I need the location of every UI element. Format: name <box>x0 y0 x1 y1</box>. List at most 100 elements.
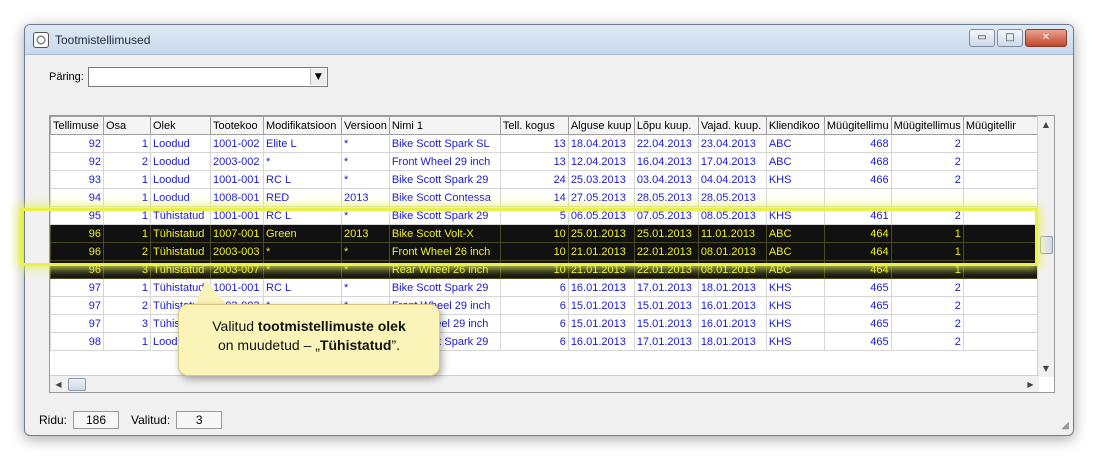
table-cell[interactable]: 5 <box>499 206 569 225</box>
table-cell[interactable]: Elite L <box>263 134 342 153</box>
table-cell[interactable]: 25.03.2013 <box>567 170 635 189</box>
table-cell[interactable]: 464 <box>823 260 892 279</box>
table-cell[interactable]: 13 <box>499 134 569 153</box>
table-cell[interactable]: 13 <box>499 152 569 171</box>
table-cell[interactable]: 466 <box>823 170 892 189</box>
column-header[interactable]: Tell. kogus <box>499 116 569 135</box>
table-row[interactable]: 96 2 Tühistatud 2003-003 * * Front Wheel 26 in… <box>50 242 1045 261</box>
table-cell[interactable]: 96 <box>50 260 104 279</box>
table-cell[interactable]: 464 <box>823 242 892 261</box>
table-cell[interactable]: 12.04.2013 <box>567 152 635 171</box>
table-cell[interactable]: 97 <box>50 278 104 297</box>
table-cell[interactable]: 468 <box>823 134 892 153</box>
table-cell[interactable]: 17.04.2013 <box>697 152 767 171</box>
table-cell[interactable]: 92 <box>50 134 104 153</box>
table-cell[interactable]: RC L <box>263 278 342 297</box>
table-cell[interactable]: 2003-002 <box>210 152 264 171</box>
table-cell[interactable]: 06.05.2013 <box>567 206 635 225</box>
table-cell[interactable]: Loodud <box>150 134 211 153</box>
table-cell[interactable]: 2003-007 <box>210 260 264 279</box>
table-row[interactable]: 93 1 Loodud 1001-001 RC L * Bike Scott Spark 2… <box>50 170 1045 189</box>
table-cell[interactable]: 465 <box>823 332 892 351</box>
table-cell[interactable]: KHS <box>765 296 825 315</box>
table-cell[interactable]: 461 <box>823 206 892 225</box>
table-cell[interactable]: 2 <box>103 296 151 315</box>
table-cell[interactable]: 2003-003 <box>210 242 264 261</box>
table-cell[interactable]: 465 <box>823 296 892 315</box>
table-row[interactable]: 96 3 Tühistatud 2003-007 * * Rear Wheel 26 inc… <box>50 260 1045 279</box>
table-cell[interactable]: 10 <box>499 224 569 243</box>
table-cell[interactable]: KHS <box>765 206 825 225</box>
horizontal-scrollbar[interactable]: ◀ ▶ <box>50 375 1039 392</box>
table-cell[interactable]: 10 <box>499 242 569 261</box>
table-cell[interactable]: Bike Scott Spark 29 <box>388 170 501 189</box>
table-cell[interactable]: 17.01.2013 <box>633 278 699 297</box>
column-header[interactable]: Müügitellimu <box>823 116 892 135</box>
column-header[interactable]: Alguse kuup <box>567 116 635 135</box>
table-cell[interactable]: 15.01.2013 <box>567 314 635 333</box>
table-cell[interactable]: 22.04.2013 <box>633 134 699 153</box>
column-header[interactable]: Versioon <box>341 116 390 135</box>
table-cell[interactable]: Green <box>263 224 342 243</box>
scroll-left-icon[interactable]: ◀ <box>50 376 67 392</box>
table-cell[interactable]: 2013 <box>341 224 390 243</box>
column-header[interactable]: Lõpu kuup. <box>633 116 699 135</box>
table-cell[interactable] <box>962 224 1045 243</box>
table-cell[interactable]: 1001-002 <box>210 134 264 153</box>
table-cell[interactable]: 16.04.2013 <box>633 152 699 171</box>
table-cell[interactable]: 1 <box>103 278 151 297</box>
table-cell[interactable]: 2 <box>103 242 151 261</box>
table-cell[interactable]: 28.05.2013 <box>697 188 767 207</box>
column-header[interactable]: Modifikatsioon <box>263 116 342 135</box>
table-cell[interactable]: 6 <box>499 314 569 333</box>
column-header[interactable]: Olek <box>150 116 211 135</box>
table-cell[interactable]: 95 <box>50 206 104 225</box>
table-cell[interactable]: KHS <box>765 278 825 297</box>
maximize-button[interactable]: □ <box>997 29 1023 47</box>
table-cell[interactable]: * <box>263 260 342 279</box>
dropdown-arrow-icon[interactable]: ▼ <box>309 69 326 85</box>
vertical-scroll-thumb[interactable] <box>1040 236 1053 254</box>
column-header[interactable]: Müügitellir <box>962 116 1045 135</box>
table-cell[interactable]: 15.01.2013 <box>567 296 635 315</box>
table-cell[interactable]: 2013 <box>341 188 390 207</box>
table-cell[interactable]: 22.01.2013 <box>633 260 699 279</box>
table-cell[interactable]: 27.05.2013 <box>567 188 635 207</box>
table-cell[interactable]: 1007-001 <box>210 224 264 243</box>
table-cell[interactable]: RED <box>263 188 342 207</box>
table-cell[interactable]: * <box>341 134 390 153</box>
table-cell[interactable]: 22.01.2013 <box>633 242 699 261</box>
table-cell[interactable]: 92 <box>50 152 104 171</box>
table-cell[interactable]: 465 <box>823 278 892 297</box>
table-cell[interactable] <box>962 314 1045 333</box>
table-cell[interactable]: Tühistatud <box>150 206 211 225</box>
table-cell[interactable]: ABC <box>765 152 825 171</box>
table-cell[interactable]: 1001-001 <box>210 170 264 189</box>
table-cell[interactable]: 1 <box>103 224 151 243</box>
table-cell[interactable]: Front Wheel 29 inch <box>388 152 501 171</box>
table-cell[interactable]: Bike Scott Volt-X <box>388 224 501 243</box>
table-cell[interactable]: 96 <box>50 242 104 261</box>
column-header[interactable]: Kliendikoo <box>765 116 825 135</box>
table-cell[interactable]: RC L <box>263 206 342 225</box>
vertical-scrollbar[interactable]: ▲ ▼ <box>1037 116 1054 377</box>
table-cell[interactable]: 3 <box>103 314 151 333</box>
table-cell[interactable]: Front Wheel 26 inch <box>388 242 501 261</box>
table-cell[interactable]: 25.01.2013 <box>567 224 635 243</box>
table-cell[interactable] <box>823 188 892 207</box>
table-cell[interactable]: 16.01.2013 <box>567 332 635 351</box>
table-cell[interactable]: 96 <box>50 224 104 243</box>
scroll-up-icon[interactable]: ▲ <box>1038 116 1054 133</box>
table-row[interactable]: 92 2 Loodud 2003-002 * * Front Wheel 29 inch 13… <box>50 152 1045 171</box>
table-cell[interactable]: 97 <box>50 314 104 333</box>
table-cell[interactable] <box>962 332 1045 351</box>
table-cell[interactable]: 3 <box>103 260 151 279</box>
table-cell[interactable]: 2 <box>890 332 964 351</box>
table-cell[interactable] <box>765 188 825 207</box>
table-cell[interactable]: 16.01.2013 <box>567 278 635 297</box>
table-cell[interactable] <box>962 260 1045 279</box>
table-cell[interactable]: * <box>341 260 390 279</box>
table-cell[interactable]: Loodud <box>150 188 211 207</box>
table-cell[interactable]: * <box>341 206 390 225</box>
table-cell[interactable]: 08.05.2013 <box>697 206 767 225</box>
